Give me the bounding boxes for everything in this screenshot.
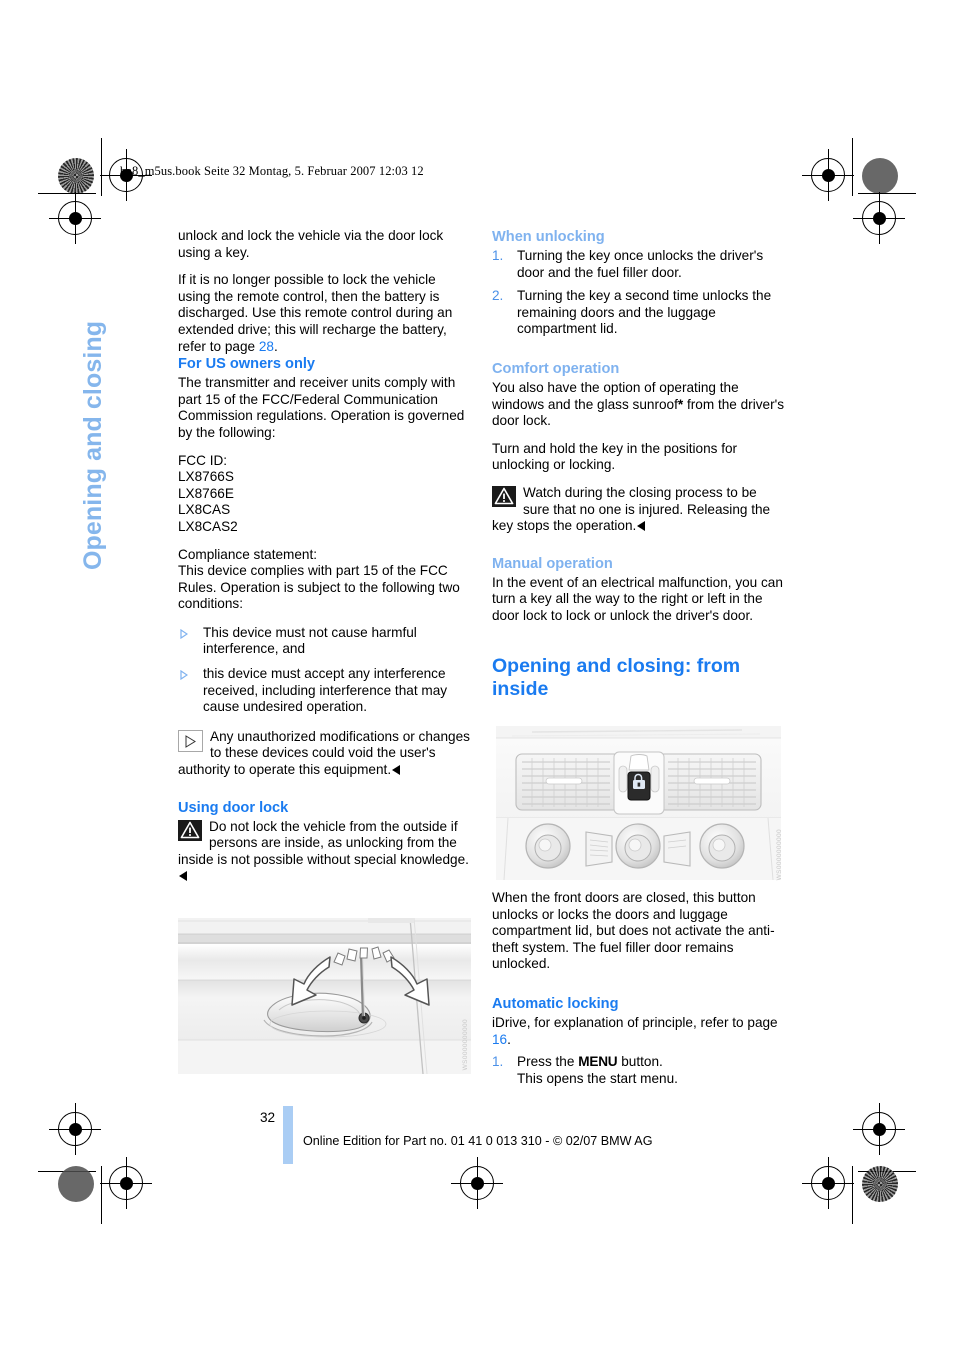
heading-for-us-owners-only: For US owners only [178, 356, 316, 373]
end-of-note-marker [392, 765, 401, 776]
registration-mark-left-lower [49, 1103, 101, 1155]
step-text-c: This opens the start menu. [517, 1070, 678, 1086]
page-number: 32 [260, 1110, 276, 1125]
note-unauthorized-modifications: Any unauthorized modifications or change… [178, 729, 470, 779]
chapter-tab-label: Opening and closing [79, 320, 107, 570]
fcc-conditions-list: This device must not cause harmful inter… [178, 625, 470, 716]
when-unlocking-steps: 1. Turning the key once unlocks the driv… [492, 248, 784, 338]
crop-line-right-upper-horizontal [858, 193, 916, 194]
registration-mark-right-lower [853, 1103, 905, 1155]
heading-manual-operation: Manual operation [492, 555, 613, 572]
end-of-warning-marker [179, 871, 187, 882]
warning-triangle-icon [178, 819, 202, 841]
door-handle-illustration-svg [178, 912, 471, 1075]
fcc-id-label: FCC ID: [178, 452, 228, 468]
list-item: this device must accept any interference… [178, 666, 470, 716]
paragraph-manual-operation: In the event of an electrical malfunctio… [492, 574, 783, 623]
idrive-text-a: iDrive, for explanation of principle, re… [492, 1014, 778, 1030]
step-number: 1. [492, 1054, 504, 1070]
registration-mark-bottom-center [451, 1157, 503, 1209]
end-of-warning-marker [637, 521, 646, 532]
paragraph-idrive-reference: iDrive, for explanation of principle, re… [492, 1015, 784, 1048]
paragraph-comfort-operation: You also have the option of operating th… [492, 380, 784, 430]
copyright-line: Online Edition for Part no. 01 41 0 013 … [303, 1134, 653, 1148]
registration-mark-bottom-right [802, 1157, 854, 1209]
heading-using-door-lock: Using door lock [178, 799, 289, 816]
halftone-circle-top-right [862, 158, 898, 194]
compliance-statement-block: Compliance statement: This device compli… [178, 547, 470, 613]
registration-mark-bottom-left [100, 1157, 152, 1209]
halftone-circle-bottom-left [58, 1166, 94, 1202]
warning-triangle-icon [492, 485, 516, 507]
condition-text-1: this device must accept any interference… [203, 666, 448, 715]
list-item: 1. Press the MENU button. This opens the… [492, 1054, 784, 1087]
chapter-tab: Opening and closing [79, 230, 154, 570]
step-text: Turning the key once unlocks the driver'… [517, 248, 764, 280]
battery-text-b: . [273, 338, 278, 354]
note-triangle-icon [178, 729, 203, 752]
step-text: Turning the key a second time unlocks th… [517, 288, 772, 337]
halftone-circle-top-left [58, 158, 94, 194]
crop-line-top-right-vertical [852, 138, 853, 196]
fcc-id-2: LX8CAS [178, 502, 231, 518]
left-column: unlock and lock the vehicle via the door… [178, 228, 470, 885]
file-slug-line: ba8_m5us.book Seite 32 Montag, 5. Februa… [120, 164, 424, 178]
note-unauthorized-text: Any unauthorized modifications or change… [178, 728, 470, 778]
step-number: 2. [492, 288, 504, 304]
triangle-bullet-icon [180, 670, 188, 681]
fcc-id-block: FCC ID: LX8766S LX8766E LX8CAS LX8CAS2 [178, 453, 470, 536]
manual-page: ba8_m5us.book Seite 32 Montag, 5. Februa… [0, 0, 954, 1351]
paragraph-turn-and-hold-key: Turn and hold the key in the positions f… [492, 440, 738, 473]
warning-door-lock-text: Do not lock the vehicle from the outside… [178, 818, 469, 867]
fcc-id-1: LX8766E [178, 485, 234, 501]
heading-automatic-locking: Automatic locking [492, 995, 619, 1012]
menu-button-key: MENU [578, 1054, 618, 1070]
figure-reference-code: WS0000000000 [776, 828, 783, 880]
page-title: Opening and closing: from inside [492, 654, 741, 700]
figure-center-console: WS0000000000 [492, 722, 785, 884]
figure-reference-code: WS0000000000 [462, 1018, 469, 1070]
fcc-id-0: LX8766S [178, 469, 234, 485]
figure-caption-center-console: When the front doors are closed, this bu… [492, 890, 775, 972]
battery-text-a: If it is no longer possible to lock the … [178, 272, 453, 354]
registration-mark-top-right [802, 149, 854, 201]
warning-closing-text: Watch during the closing process to be s… [492, 484, 771, 534]
paragraph-unlock-with-key: unlock and lock the vehicle via the door… [178, 228, 444, 260]
registration-mark-left-upper [49, 192, 101, 244]
paragraph-fcc-compliance-intro: The transmitter and receiver units compl… [178, 375, 465, 440]
heading-comfort-operation: Comfort operation [492, 360, 620, 377]
crop-line-top-left-vertical [101, 138, 102, 196]
center-console-illustration-svg [492, 722, 785, 884]
compliance-statement-text: This device complies with part 15 of the… [178, 563, 460, 612]
right-column-lower: When the front doors are closed, this bu… [492, 890, 784, 1087]
page-ref-16[interactable]: 16 [492, 1032, 507, 1047]
automatic-locking-steps: 1. Press the MENU button. This opens the… [492, 1054, 784, 1087]
condition-text-0: This device must not cause harmful inter… [203, 624, 417, 657]
step-number: 1. [492, 248, 504, 263]
crop-line-left-upper-horizontal [38, 193, 96, 194]
halftone-circle-bottom-right [862, 1166, 898, 1202]
paragraph-battery-discharged: If it is no longer possible to lock the … [178, 272, 470, 355]
crop-line-bottom-left-vertical [101, 1166, 102, 1224]
list-item: This device must not cause harmful inter… [178, 625, 470, 658]
warning-closing-process: Watch during the closing process to be s… [492, 485, 784, 535]
fcc-id-3: LX8CAS2 [178, 518, 238, 534]
crop-line-bottom-right-vertical [852, 1166, 853, 1224]
compliance-statement-label: Compliance statement: [178, 546, 318, 562]
right-column: When unlocking 1. Turning the key once u… [492, 228, 784, 711]
figure-door-handle-key-turn: WS0000000000 [178, 912, 471, 1075]
page-ref-28[interactable]: 28 [259, 339, 274, 354]
step-text-b: button. [617, 1054, 663, 1070]
list-item: 2. Turning the key a second time unlocks… [492, 288, 784, 338]
warning-do-not-lock-from-outside: Do not lock the vehicle from the outside… [178, 819, 470, 885]
idrive-text-b: . [507, 1031, 511, 1047]
footer-accent-bar [283, 1106, 293, 1164]
heading-when-unlocking: When unlocking [492, 229, 605, 245]
step-text-a: Press the [517, 1054, 579, 1070]
registration-mark-right-upper [853, 192, 905, 244]
list-item: 1. Turning the key once unlocks the driv… [492, 248, 784, 281]
triangle-bullet-icon [180, 628, 188, 639]
